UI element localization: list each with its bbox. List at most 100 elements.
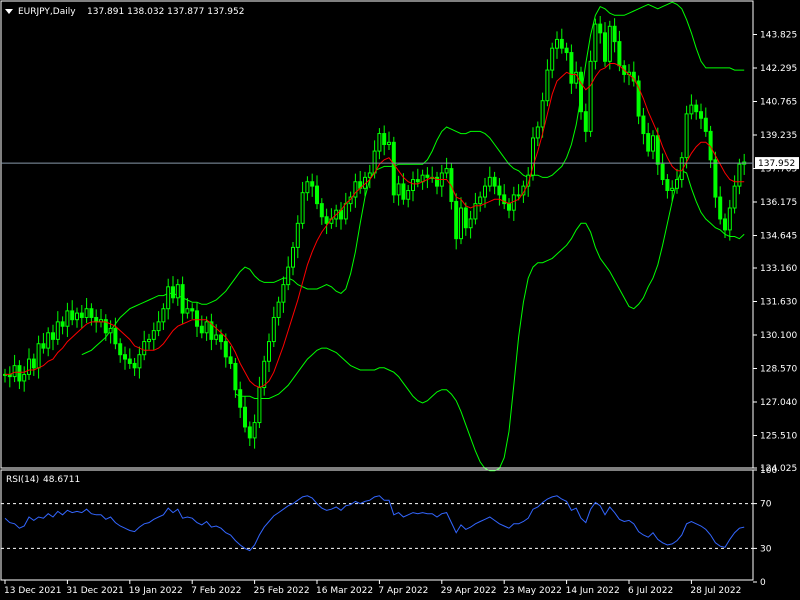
candle-body[interactable] <box>603 32 607 62</box>
candle-body[interactable] <box>670 187 675 191</box>
candle-body[interactable] <box>444 168 449 174</box>
candle-body[interactable] <box>94 316 99 323</box>
candle-body[interactable] <box>713 159 718 198</box>
trading-chart[interactable]: 143.825142.295140.765139.235137.705136.1… <box>0 0 800 600</box>
candle-body[interactable] <box>459 207 463 240</box>
candle-body[interactable] <box>406 189 411 200</box>
candle-body[interactable] <box>17 365 22 382</box>
candle-body[interactable] <box>396 183 401 196</box>
candle-body[interactable] <box>132 362 137 369</box>
candle-body[interactable] <box>219 334 223 343</box>
candle-body[interactable] <box>199 325 204 334</box>
candle-body[interactable] <box>559 38 564 49</box>
candle-body[interactable] <box>588 60 593 132</box>
candle-body[interactable] <box>310 181 315 187</box>
candle-body[interactable] <box>286 266 291 286</box>
candle-body[interactable] <box>483 185 487 198</box>
candle-body[interactable] <box>171 286 175 299</box>
candle-body[interactable] <box>727 207 732 231</box>
candle-body[interactable] <box>190 308 195 312</box>
candle-body[interactable] <box>262 360 267 389</box>
candle-body[interactable] <box>142 341 147 356</box>
candle-body[interactable] <box>36 343 41 369</box>
candle-body[interactable] <box>223 341 228 358</box>
candle-body[interactable] <box>291 246 295 268</box>
candle-body[interactable] <box>195 310 199 327</box>
candle-body[interactable] <box>271 316 276 343</box>
candle-body[interactable] <box>55 321 60 340</box>
candle-body[interactable] <box>617 41 622 67</box>
candle-body[interactable] <box>492 176 497 187</box>
candle-body[interactable] <box>343 203 348 220</box>
candle-body[interactable] <box>718 196 723 220</box>
candle-body[interactable] <box>684 113 689 159</box>
candle-body[interactable] <box>247 426 252 439</box>
candle-body[interactable] <box>699 111 703 119</box>
candle-body[interactable] <box>372 150 377 174</box>
candle-body[interactable] <box>511 194 516 211</box>
candle-body[interactable] <box>478 196 483 205</box>
candle-body[interactable] <box>12 365 17 378</box>
candle-body[interactable] <box>214 334 219 340</box>
candle-body[interactable] <box>79 312 84 318</box>
candle-body[interactable] <box>487 176 492 187</box>
candle-body[interactable] <box>75 312 79 321</box>
candle-body[interactable] <box>118 343 123 356</box>
candle-body[interactable] <box>276 301 281 318</box>
candle-body[interactable] <box>454 200 459 240</box>
candle-body[interactable] <box>281 284 286 303</box>
candle-body[interactable] <box>367 172 372 178</box>
candle-body[interactable] <box>84 308 89 318</box>
candle-body[interactable] <box>127 358 132 364</box>
candle-body[interactable] <box>151 330 156 340</box>
candle-body[interactable] <box>555 38 559 49</box>
candle-body[interactable] <box>147 338 151 343</box>
candle-body[interactable] <box>574 71 579 84</box>
candle-body[interactable] <box>243 406 247 428</box>
candle-body[interactable] <box>70 310 75 321</box>
candle-body[interactable] <box>377 133 382 152</box>
candle-body[interactable] <box>737 163 742 187</box>
candle-body[interactable] <box>607 25 612 62</box>
candle-body[interactable] <box>295 222 300 248</box>
candle-body[interactable] <box>204 321 209 334</box>
candle-body[interactable] <box>137 354 142 369</box>
candle-body[interactable] <box>382 133 387 146</box>
candle-body[interactable] <box>732 185 737 209</box>
candle-body[interactable] <box>598 23 603 34</box>
candle-body[interactable] <box>267 341 271 362</box>
candle-body[interactable] <box>108 327 113 334</box>
candle-body[interactable] <box>535 126 540 139</box>
candle-body[interactable] <box>550 47 555 71</box>
candle-body[interactable] <box>238 389 243 408</box>
candle-body[interactable] <box>689 104 694 115</box>
candle-body[interactable] <box>319 203 324 218</box>
candle-body[interactable] <box>665 179 670 191</box>
candle-body[interactable] <box>655 135 660 165</box>
candle-body[interactable] <box>391 141 396 196</box>
candle-body[interactable] <box>305 181 310 194</box>
candle-body[interactable] <box>166 286 171 310</box>
candle-body[interactable] <box>89 308 94 318</box>
candle-body[interactable] <box>646 133 651 152</box>
candle-body[interactable] <box>324 216 329 224</box>
candle-body[interactable] <box>694 104 699 113</box>
candle-body[interactable] <box>401 183 406 200</box>
candle-body[interactable] <box>51 332 55 340</box>
candle-body[interactable] <box>31 358 36 369</box>
candle-body[interactable] <box>180 284 185 314</box>
candle-body[interactable] <box>41 343 46 349</box>
candle-body[interactable] <box>315 185 319 205</box>
candle-body[interactable] <box>27 358 31 375</box>
candle-body[interactable] <box>540 100 545 128</box>
candle-body[interactable] <box>593 23 598 62</box>
candle-body[interactable] <box>660 163 665 181</box>
candle-body[interactable] <box>516 194 521 197</box>
candle-body[interactable] <box>65 310 70 327</box>
candle-body[interactable] <box>579 71 583 113</box>
candle-body[interactable] <box>463 207 468 229</box>
candle-body[interactable] <box>415 179 420 183</box>
candle-body[interactable] <box>257 387 262 424</box>
candle-body[interactable] <box>233 362 238 391</box>
candle-body[interactable] <box>228 356 233 364</box>
